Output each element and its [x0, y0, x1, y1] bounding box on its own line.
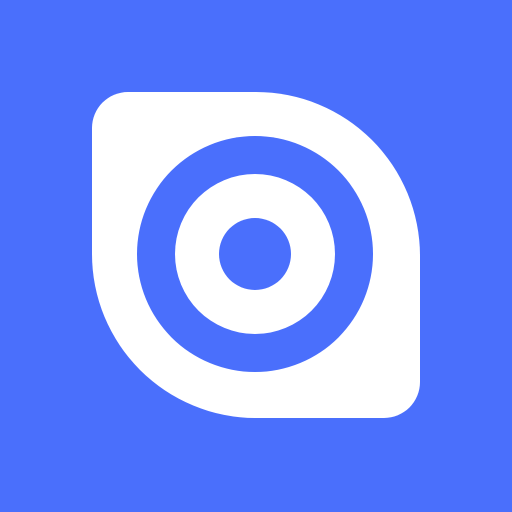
- center-dot: [219, 218, 291, 290]
- app-icon: [0, 0, 512, 512]
- target-logo-icon: [0, 0, 512, 512]
